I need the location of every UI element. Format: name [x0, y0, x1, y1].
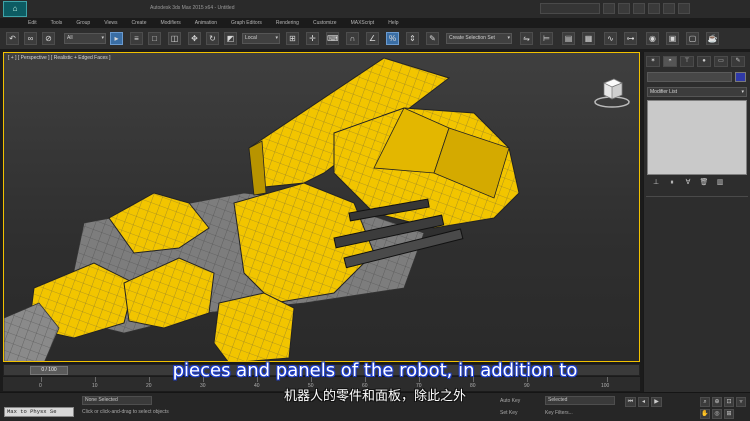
minimize-button[interactable] [648, 3, 660, 14]
menu-animation[interactable]: Animation [195, 18, 217, 28]
search-icon[interactable] [603, 3, 615, 14]
angle-snap-icon[interactable]: ∠ [366, 32, 379, 45]
menu-create[interactable]: Create [131, 18, 146, 28]
object-color-swatch[interactable] [735, 72, 746, 82]
maxscript-listener-input[interactable]: Max to Physx Se [4, 407, 74, 417]
sign-in-icon[interactable] [618, 3, 630, 14]
subtitle-english: pieces and panels of the robot, in addit… [172, 360, 578, 381]
select-object-icon[interactable]: ▸ [110, 32, 123, 45]
main-toolbar: ↶ ∞ ⊘ All ▸ ≡ □ ◫ ✥ ↻ ◩ Local ⊞ ✛ ⌨ ∩ ∠ … [0, 28, 750, 50]
pivot-center-icon[interactable]: ⊞ [286, 32, 299, 45]
material-editor-icon[interactable]: ◉ [646, 32, 659, 45]
menu-group[interactable]: Group [76, 18, 90, 28]
unlink-icon[interactable]: ⊘ [42, 32, 55, 45]
menu-help[interactable]: Help [388, 18, 398, 28]
object-name-field[interactable] [647, 72, 732, 82]
help-icon[interactable] [633, 3, 645, 14]
edit-named-selection-icon[interactable]: ✎ [426, 32, 439, 45]
prompt-line: Click or click-and-drag to select object… [82, 409, 169, 415]
scale-icon[interactable]: ◩ [224, 32, 237, 45]
subtitle-chinese: 机器人的零件和面板，除此之外 [283, 389, 466, 404]
title-bar: ⌂ Autodesk 3ds Max 2015 x64 - Untitled [0, 0, 750, 18]
keyboard-shortcut-icon[interactable]: ⌨ [326, 32, 339, 45]
mirror-icon[interactable]: ⇋ [520, 32, 533, 45]
undo-icon[interactable]: ↶ [6, 32, 19, 45]
utilities-tab-icon[interactable]: ✎ [731, 56, 745, 67]
rendered-frame-icon[interactable]: ▢ [686, 32, 699, 45]
select-link-icon[interactable]: ∞ [24, 32, 37, 45]
menu-graph-editors[interactable]: Graph Editors [231, 18, 262, 28]
menu-rendering[interactable]: Rendering [276, 18, 299, 28]
stack-tools: ⊥ ⏸ ∀ 🗑 ▥ [647, 178, 747, 190]
spinner-snap-icon[interactable]: ⇕ [406, 32, 419, 45]
selection-filter-dropdown[interactable]: All [64, 33, 106, 44]
menu-maxscript[interactable]: MAXScript [351, 18, 375, 28]
schematic-view-icon[interactable]: ⊶ [624, 32, 637, 45]
create-tab-icon[interactable]: ✶ [646, 56, 660, 67]
show-end-result-icon[interactable]: ⏸ [667, 178, 677, 188]
percent-snap-icon[interactable]: % [386, 32, 399, 45]
make-unique-icon[interactable]: ∀ [683, 178, 693, 188]
close-button[interactable] [678, 3, 690, 14]
window-title: Autodesk 3ds Max 2015 x64 - Untitled [150, 5, 235, 11]
title-bar-tools [540, 3, 690, 15]
move-icon[interactable]: ✥ [188, 32, 201, 45]
menu-edit[interactable]: Edit [28, 18, 37, 28]
menu-customize[interactable]: Customize [313, 18, 337, 28]
command-panel: ✶ ◓ ⊤ ● ▭ ✎ Modifier List ⊥ ⏸ ∀ 🗑 ▥ [643, 52, 750, 402]
perspective-viewport[interactable]: [ + ] [ Perspective ] [ Realistic + Edge… [3, 52, 640, 362]
select-manipulate-icon[interactable]: ✛ [306, 32, 319, 45]
maximize-viewport-icon[interactable]: ⊞ [724, 409, 734, 419]
pan-icon[interactable]: ✋ [700, 409, 710, 419]
menu-tools[interactable]: Tools [51, 18, 63, 28]
key-filters-button[interactable]: Key Filters... [545, 410, 573, 416]
hierarchy-tab-icon[interactable]: ⊤ [680, 56, 694, 67]
curve-editor-icon[interactable]: ∿ [604, 32, 617, 45]
orbit-icon[interactable]: ◎ [712, 409, 722, 419]
menu-modifiers[interactable]: Modifiers [160, 18, 180, 28]
modifier-stack[interactable] [647, 100, 747, 175]
modify-tab-icon[interactable]: ◓ [663, 56, 677, 67]
render-setup-icon[interactable]: ▣ [666, 32, 679, 45]
maximize-button[interactable] [663, 3, 675, 14]
snaps-toggle-icon[interactable]: ∩ [346, 32, 359, 45]
align-icon[interactable]: ⊨ [540, 32, 553, 45]
menu-bar: Edit Tools Group Views Create Modifiers … [28, 18, 399, 28]
pin-stack-icon[interactable]: ⊥ [651, 178, 661, 188]
modifier-list-dropdown[interactable]: Modifier List [647, 87, 747, 97]
robot-arm-model[interactable] [4, 53, 640, 362]
configure-modifier-sets-icon[interactable]: ▥ [715, 178, 725, 188]
display-tab-icon[interactable]: ▭ [714, 56, 728, 67]
layer-explorer-icon[interactable]: ▦ [582, 32, 595, 45]
viewcube-icon[interactable] [592, 73, 632, 109]
rectangular-selection-icon[interactable]: □ [148, 32, 161, 45]
remove-modifier-icon[interactable]: 🗑 [699, 178, 709, 188]
named-selection-dropdown[interactable]: Create Selection Set [446, 33, 512, 44]
search-input[interactable] [540, 3, 600, 14]
set-key-button[interactable]: Set Key [500, 410, 518, 416]
scene-explorer-icon[interactable]: ▤ [562, 32, 575, 45]
window-crossing-icon[interactable]: ◫ [168, 32, 181, 45]
reference-coord-dropdown[interactable]: Local [242, 33, 280, 44]
rotate-icon[interactable]: ↻ [206, 32, 219, 45]
command-panel-tabs: ✶ ◓ ⊤ ● ▭ ✎ [646, 56, 749, 68]
render-production-icon[interactable]: ☕ [706, 32, 719, 45]
rollout-divider [646, 196, 748, 197]
menu-views[interactable]: Views [104, 18, 117, 28]
select-by-name-icon[interactable]: ≡ [130, 32, 143, 45]
motion-tab-icon[interactable]: ● [697, 56, 711, 67]
app-logo-icon[interactable]: ⌂ [3, 1, 27, 17]
